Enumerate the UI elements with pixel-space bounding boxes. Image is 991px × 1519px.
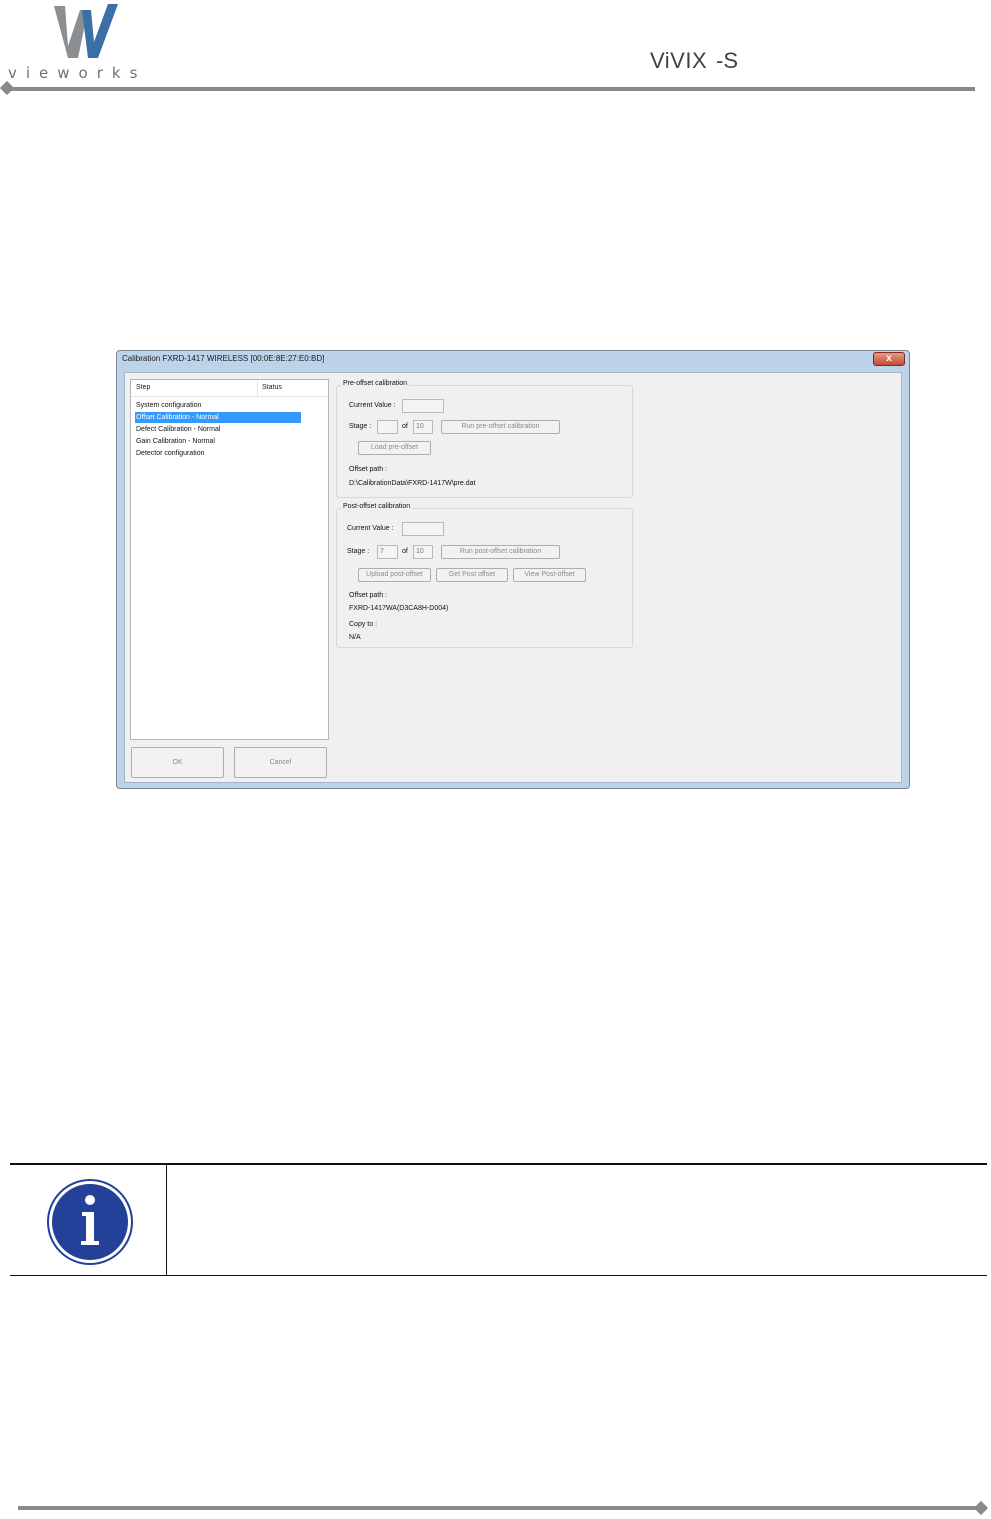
pre-offset-group-title: Pre-offset calibration — [341, 380, 410, 387]
header-rule — [8, 87, 975, 91]
pre-current-value-field[interactable] — [402, 399, 444, 413]
steps-list[interactable]: Step Status System configuration Offset … — [130, 379, 329, 740]
calibration-dialog: Calibration FXRD-1417 WIRELESS [00:0E:8E… — [116, 350, 910, 789]
info-icon — [47, 1179, 133, 1265]
load-pre-offset-button[interactable]: Load pre-offset — [358, 441, 431, 455]
view-post-offset-button[interactable]: View Post-offset — [513, 568, 586, 582]
info-note-divider — [166, 1165, 167, 1275]
post-stage-field[interactable]: 7 — [377, 545, 398, 559]
footer-rule — [18, 1506, 978, 1510]
post-stage-total-field[interactable]: 10 — [413, 545, 433, 559]
pre-of-label: of — [402, 423, 408, 430]
post-offset-group: Post-offset calibration Current Value : … — [336, 503, 633, 648]
copy-to-label: Copy to : — [349, 621, 378, 628]
dialog-client-area: Step Status System configuration Offset … — [124, 372, 902, 783]
column-header-status[interactable]: Status — [262, 384, 282, 391]
column-header-step[interactable]: Step — [136, 384, 150, 391]
post-stage-label: Stage : — [347, 548, 370, 555]
step-item-defect-calibration[interactable]: Defect Calibration - Normal — [135, 424, 301, 435]
company-wordmark: vieworks — [8, 64, 147, 82]
pre-offset-path-label: Offset path : — [349, 466, 388, 473]
step-item-gain-calibration[interactable]: Gain Calibration - Normal — [135, 436, 301, 447]
step-item-offset-calibration[interactable]: Offset Calibration - Normal — [135, 412, 301, 423]
post-offset-path-value: FXRD-1417WA(D3CA8H-D004) — [349, 605, 449, 612]
post-current-value-field[interactable] — [402, 522, 444, 536]
pre-current-value-label: Current Value : — [349, 402, 396, 409]
pre-stage-label: Stage : — [349, 423, 372, 430]
post-offset-group-title: Post-offset calibration — [341, 503, 413, 510]
cancel-button[interactable]: Cancel — [234, 747, 327, 778]
post-current-value-label: Current Value : — [347, 525, 394, 532]
get-post-offset-button[interactable]: Get Post offset — [436, 568, 508, 582]
pre-offset-group: Pre-offset calibration Current Value : S… — [336, 380, 633, 498]
product-suffix: -S — [716, 48, 738, 73]
copy-to-value: N/A — [349, 634, 361, 641]
run-pre-offset-button[interactable]: Run pre-offset calibration — [441, 420, 560, 434]
step-item-system-configuration[interactable]: System configuration — [135, 400, 301, 411]
run-post-offset-button[interactable]: Run post-offset calibration — [441, 545, 560, 559]
dialog-title: Calibration FXRD-1417 WIRELESS [00:0E:8E… — [122, 354, 325, 363]
steps-list-header: Step Status — [131, 380, 328, 397]
vieworks-logo-icon — [54, 4, 118, 58]
post-of-label: of — [402, 548, 408, 555]
product-name: ViVIX — [650, 48, 708, 73]
footer-rule-diamond — [973, 1500, 989, 1516]
upload-post-offset-button[interactable]: Upload post-offset — [358, 568, 431, 582]
info-note-top-rule — [10, 1163, 987, 1165]
ok-button[interactable]: OK — [131, 747, 224, 778]
pre-offset-path-value: D:\CalibrationData\FXRD-1417W\pre.dat — [349, 480, 476, 487]
info-note-bottom-rule — [10, 1275, 987, 1276]
column-divider[interactable] — [257, 380, 258, 396]
product-logo: ViVIX -S — [650, 44, 750, 80]
post-offset-path-label: Offset path : — [349, 592, 388, 599]
step-item-detector-configuration[interactable]: Detector configuration — [135, 448, 301, 459]
close-icon[interactable]: x — [873, 352, 905, 366]
pre-stage-field[interactable] — [377, 420, 398, 434]
pre-stage-total-field[interactable]: 10 — [413, 420, 433, 434]
